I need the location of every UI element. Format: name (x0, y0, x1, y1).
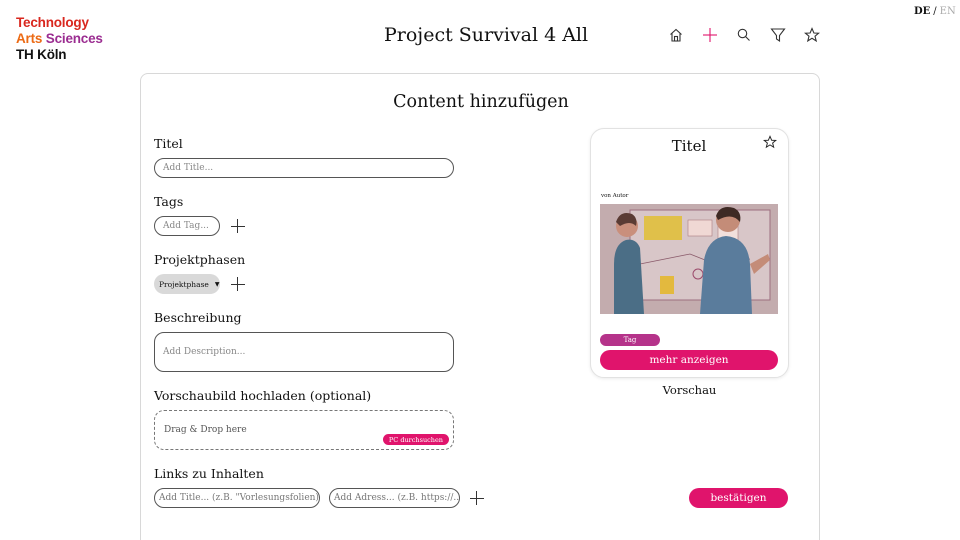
th-koeln-logo: Technology Arts Sciences TH Köln (16, 15, 103, 63)
nav-search[interactable] (736, 26, 770, 44)
nav-home[interactable] (668, 26, 702, 44)
add-tag-button[interactable] (231, 219, 245, 233)
nav-favorites[interactable] (804, 26, 838, 44)
lang-de[interactable]: DE (914, 6, 930, 17)
search-icon (737, 28, 750, 41)
description-label: Beschreibung (154, 310, 242, 325)
preview-title: Titel (671, 137, 707, 155)
title-label: Titel (154, 136, 183, 151)
show-more-button[interactable]: mehr anzeigen (600, 350, 778, 370)
home-icon (670, 28, 682, 42)
link-address-input[interactable]: Add Adress... (z.B. https://...) (329, 488, 460, 508)
star-icon (804, 27, 820, 43)
add-phase-button[interactable] (231, 277, 245, 291)
logo-line-technology: Technology (16, 15, 89, 30)
preview-tag[interactable]: Tag (600, 334, 660, 346)
preview-card: Titel von Autor Tag mehr anzeigen (590, 128, 789, 378)
plus-icon (703, 28, 717, 42)
nav-add[interactable] (702, 26, 736, 44)
confirm-button[interactable]: bestätigen (689, 488, 788, 508)
phase-select[interactable]: Projektphase ▼ (154, 274, 220, 294)
lang-en[interactable]: EN (940, 6, 956, 17)
logo-word-sciences: Sciences (45, 31, 103, 46)
description-input[interactable]: Add Description... (154, 332, 454, 372)
phase-select-value: Projektphase (159, 279, 209, 289)
language-switch: DE / EN (914, 6, 956, 17)
links-label: Links zu Inhalten (154, 466, 264, 481)
link-title-input[interactable]: Add Title... (z.B. "Vorlesungsfolien) (154, 488, 320, 508)
top-nav (668, 26, 838, 44)
image-dropzone[interactable]: Drag & Drop here PC durchsuchen (154, 410, 454, 450)
filter-icon (770, 28, 786, 43)
form-heading: Content hinzufügen (393, 92, 569, 112)
phases-label: Projektphasen (154, 252, 246, 267)
upload-label: Vorschaubild hochladen (optional) (154, 388, 372, 403)
title-input[interactable]: Add Title... (154, 158, 454, 178)
content-form-card: Content hinzufügen Titel Add Title... Ta… (140, 73, 820, 540)
logo-word-arts: Arts (16, 31, 43, 46)
browse-pc-button[interactable]: PC durchsuchen (382, 434, 449, 445)
dropzone-text: Drag & Drop here (164, 425, 247, 435)
tag-input[interactable]: Add Tag... (154, 216, 220, 236)
logo-line-arts-sciences: Arts Sciences (16, 31, 103, 47)
star-icon[interactable] (763, 135, 777, 149)
tags-label: Tags (154, 194, 184, 209)
lang-separator: / (933, 6, 937, 17)
logo-line-th-koeln: TH Köln (16, 47, 67, 62)
preview-author: von Autor (601, 193, 629, 199)
app-title: Project Survival 4 All (384, 24, 589, 46)
add-link-button[interactable] (470, 491, 484, 505)
caret-down-icon: ▼ (214, 280, 220, 288)
preview-caption: Vorschau (662, 383, 717, 397)
preview-image (600, 204, 778, 314)
nav-filter[interactable] (770, 26, 804, 44)
people-at-board-illustration (600, 204, 778, 314)
